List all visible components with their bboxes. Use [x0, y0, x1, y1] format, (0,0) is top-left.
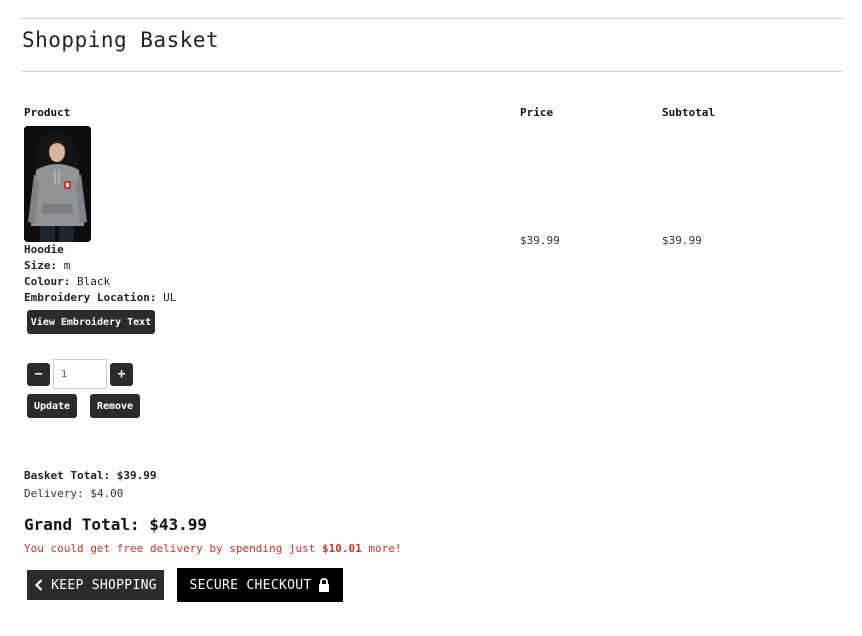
title-divider — [21, 71, 843, 72]
attribute-colour-value: Black — [76, 275, 111, 288]
item-subtotal: $39.99 — [662, 234, 702, 247]
keep-shopping-label: KEEP SHOPPING — [51, 577, 157, 593]
keep-shopping-button[interactable]: KEEP SHOPPING — [27, 570, 164, 600]
quantity-increment-button[interactable]: + — [110, 363, 133, 386]
header-product: Product — [24, 106, 71, 119]
secure-checkout-button[interactable]: SECURE CHECKOUT — [177, 568, 343, 602]
hoodie-photo — [24, 126, 91, 242]
secure-checkout-label: SECURE CHECKOUT — [189, 577, 312, 593]
header-price: Price — [520, 106, 554, 119]
attribute-size-label: Size: — [24, 259, 58, 272]
basket-total: Basket Total: $39.99 — [24, 469, 156, 482]
free-delivery-notice: You could get free delivery by spending … — [24, 542, 402, 555]
attribute-colour: Colour: Black — [24, 275, 110, 288]
notice-prefix: You could get free delivery by spending … — [24, 542, 323, 555]
basket-total-value: $39.99 — [116, 469, 157, 482]
attribute-size: Size: m — [24, 259, 70, 272]
chevron-left-icon — [35, 579, 43, 591]
remove-button[interactable]: Remove — [90, 394, 140, 418]
delivery: Delivery: $4.00 — [24, 487, 123, 500]
delivery-value: $4.00 — [90, 487, 124, 500]
quantity-decrement-button[interactable]: − — [27, 363, 50, 386]
item-price: $39.99 — [520, 234, 560, 247]
basket-total-label: Basket Total: — [24, 469, 111, 482]
product-name[interactable]: Hoodie — [24, 243, 64, 256]
attribute-embroidery-location-value: UL — [163, 291, 177, 304]
product-image[interactable] — [24, 126, 91, 242]
attribute-embroidery-location: Embroidery Location: UL — [24, 291, 176, 304]
notice-suffix: more! — [361, 542, 402, 555]
page-title: Shopping Basket — [22, 28, 220, 52]
header-subtotal: Subtotal — [662, 106, 715, 119]
attribute-embroidery-location-label: Embroidery Location: — [24, 291, 157, 304]
grand-total: Grand Total: $43.99 — [24, 515, 207, 534]
lock-icon — [319, 578, 330, 592]
attribute-size-value: m — [63, 259, 71, 272]
notice-amount: $10.01 — [322, 542, 362, 555]
update-button[interactable]: Update — [27, 394, 77, 418]
grand-total-label: Grand Total: — [24, 515, 140, 534]
quantity-input[interactable]: 1 — [53, 359, 107, 389]
top-divider — [21, 18, 843, 19]
delivery-label: Delivery: — [24, 487, 84, 500]
view-embroidery-text-button[interactable]: View Embroidery Text — [27, 310, 155, 334]
attribute-colour-label: Colour: — [24, 275, 71, 288]
grand-total-value: $43.99 — [149, 515, 208, 534]
